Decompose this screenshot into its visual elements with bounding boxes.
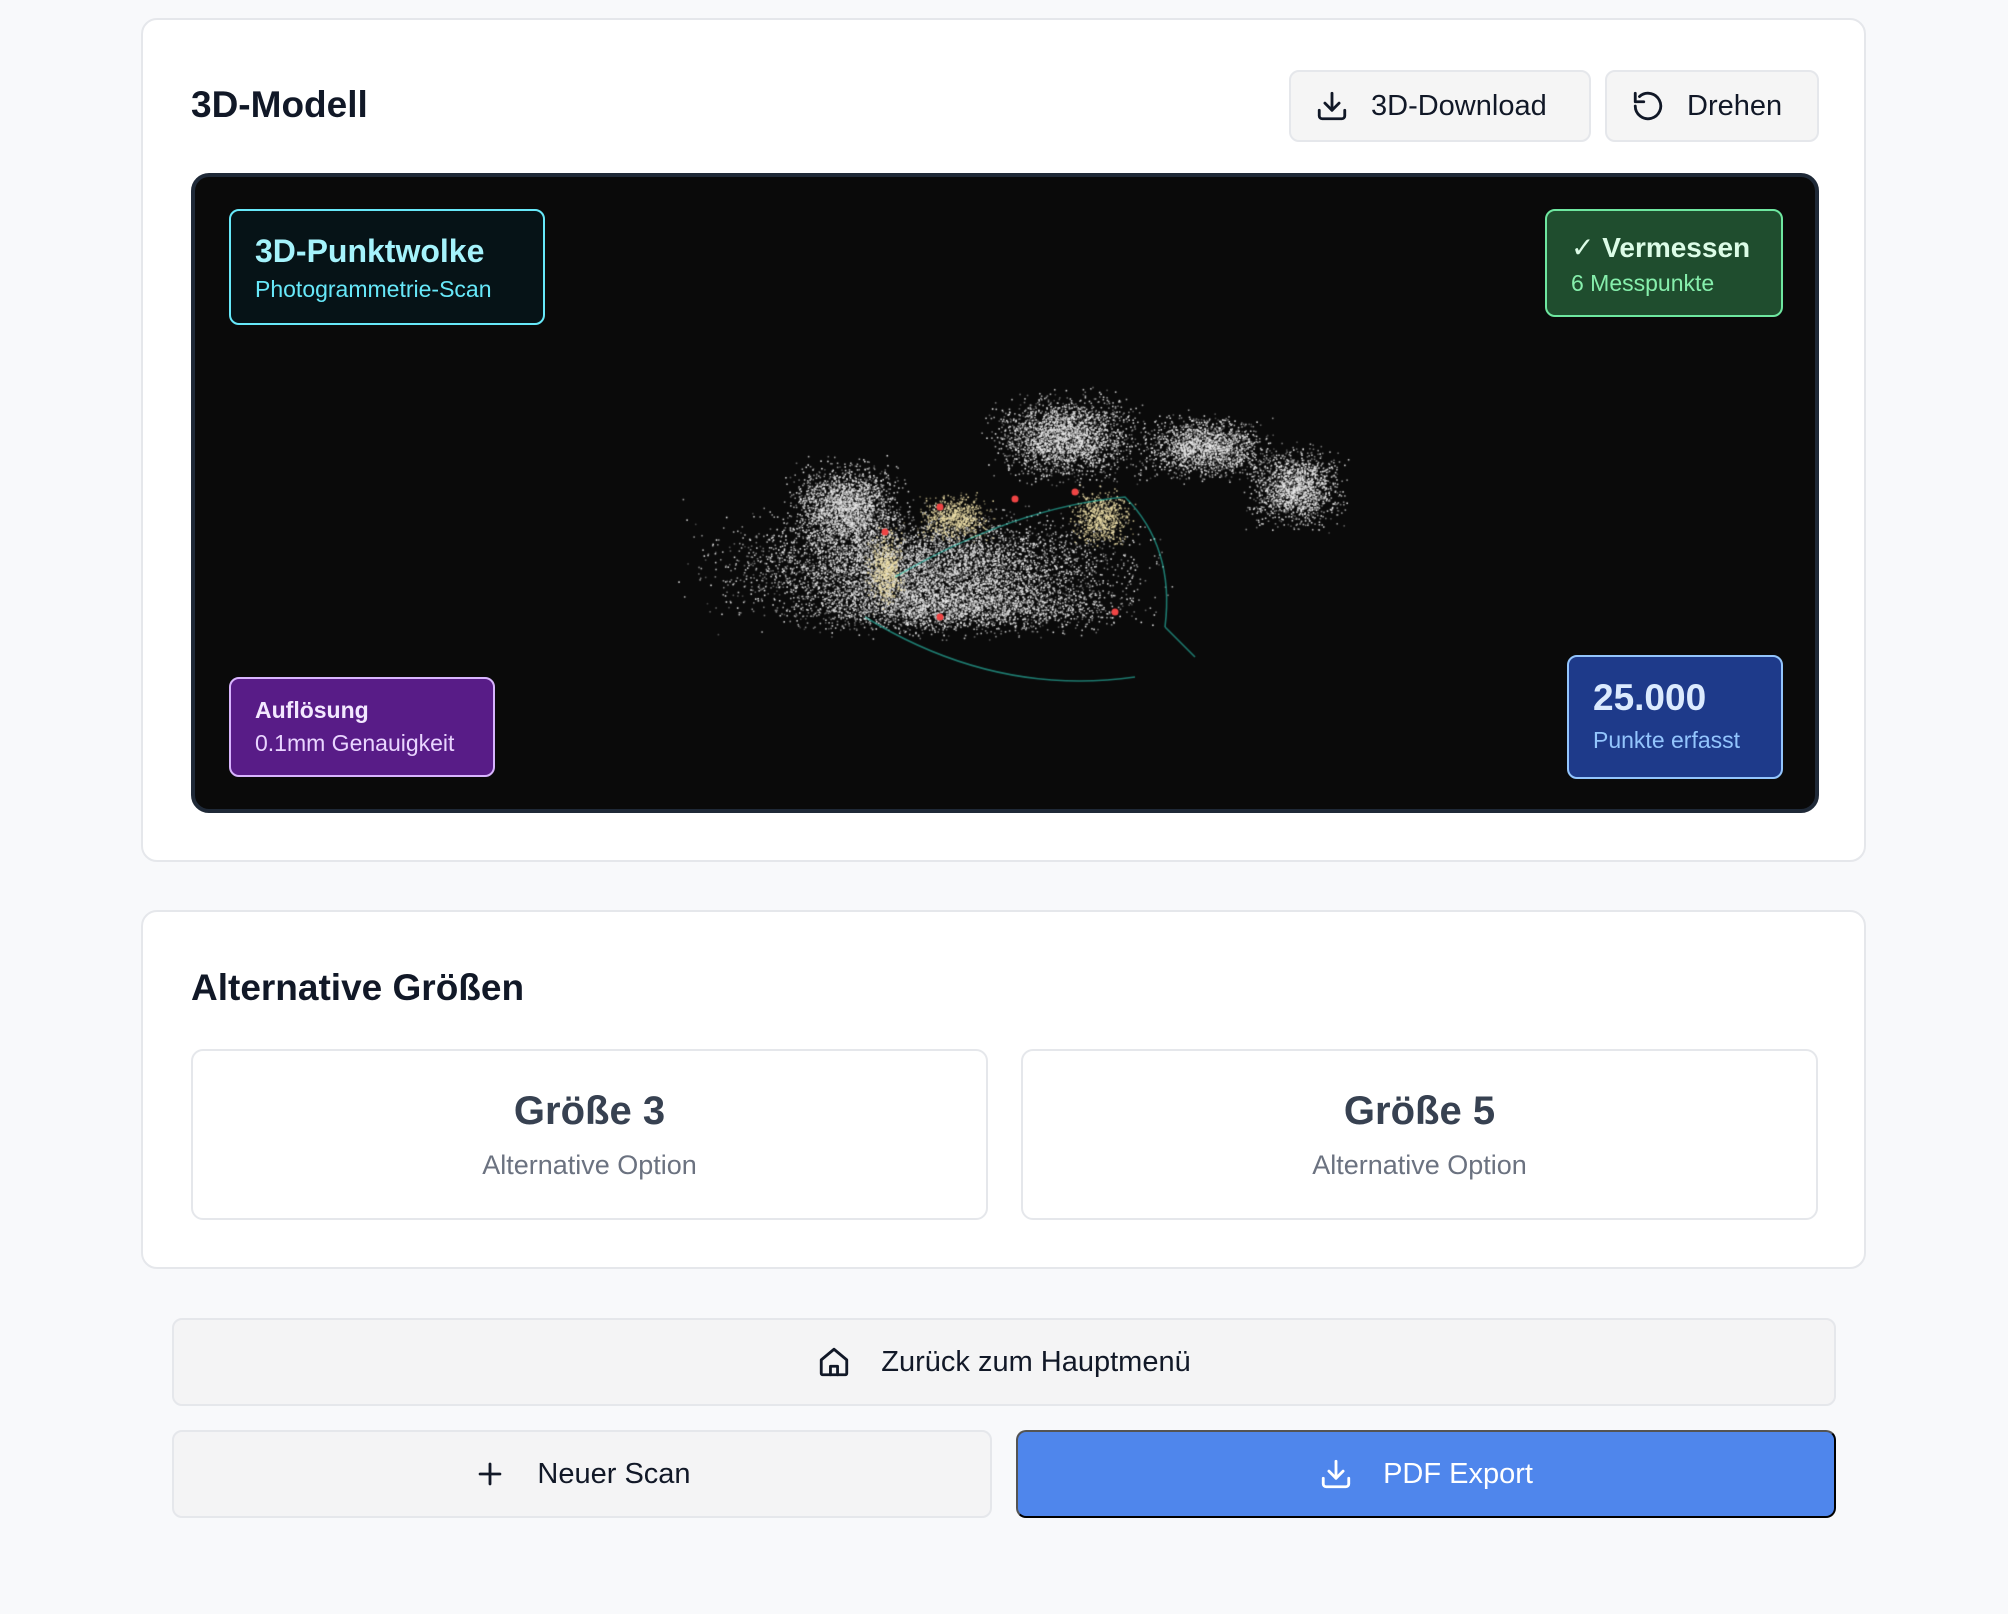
home-icon (820, 1347, 849, 1377)
points-captured-badge: 25.000 Punkte erfasst (1567, 655, 1783, 779)
model-card: 3D-Modell 3D-Download Drehen 3D-Punktwol… (141, 18, 1866, 862)
rotate-button[interactable]: Drehen (1605, 70, 1819, 142)
size-option-3[interactable]: Größe 3 Alternative Option (191, 1049, 988, 1220)
resolution-badge-title: Auflösung (255, 697, 369, 723)
new-scan-label: Neuer Scan (537, 1457, 691, 1490)
download-3d-button[interactable]: 3D-Download (1289, 70, 1591, 142)
new-scan-button[interactable]: Neuer Scan (172, 1430, 992, 1518)
pdf-export-label: PDF Export (1383, 1457, 1533, 1490)
size-option-note: Alternative Option (1312, 1150, 1527, 1180)
alternative-sizes-card: Alternative Größen Größe 3 Alternative O… (141, 910, 1866, 1269)
model-title: 3D-Modell (191, 84, 368, 125)
point-cloud-badge-title: 3D-Punktwolke (255, 233, 485, 269)
back-to-main-menu-button[interactable]: Zurück zum Hauptmenü (172, 1318, 1836, 1406)
points-count-label: Punkte erfasst (1593, 727, 1741, 753)
resolution-badge-subtitle: 0.1mm Genauigkeit (255, 730, 455, 756)
point-cloud-badge-subtitle: Photogrammetrie-Scan (255, 276, 492, 302)
download-3d-label: 3D-Download (1371, 89, 1547, 122)
size-option-label: Größe 5 (1343, 1089, 1496, 1133)
point-cloud-badge: 3D-Punktwolke Photogrammetrie-Scan (229, 209, 545, 325)
size-option-label: Größe 3 (513, 1089, 666, 1133)
size-option-5[interactable]: Größe 5 Alternative Option (1021, 1049, 1818, 1220)
rotate-icon (1633, 91, 1663, 121)
size-option-note: Alternative Option (482, 1150, 697, 1180)
rotate-label: Drehen (1687, 89, 1783, 122)
pdf-export-button[interactable]: PDF Export (1016, 1430, 1836, 1518)
measured-badge-title: ✓ Vermessen (1571, 232, 1751, 263)
measured-badge: ✓ Vermessen 6 Messpunkte (1545, 209, 1783, 317)
download-icon (1321, 1459, 1351, 1489)
resolution-badge: Auflösung 0.1mm Genauigkeit (229, 677, 495, 777)
points-count: 25.000 (1593, 677, 1707, 718)
point-cloud-viewer[interactable]: 3D-Punktwolke Photogrammetrie-Scan ✓ Ver… (191, 173, 1819, 813)
back-to-main-menu-label: Zurück zum Hauptmenü (881, 1345, 1191, 1378)
plus-icon (479, 1462, 502, 1486)
download-icon (1317, 91, 1347, 121)
alternative-sizes-title: Alternative Größen (191, 967, 525, 1008)
measured-badge-subtitle: 6 Messpunkte (1571, 270, 1715, 296)
